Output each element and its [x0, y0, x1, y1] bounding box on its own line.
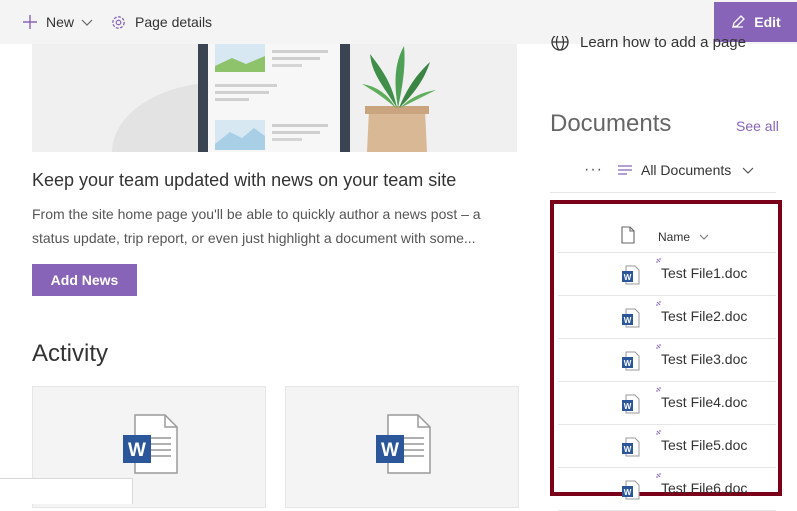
page-details-label: Page details — [135, 14, 213, 30]
name-column-header[interactable]: Name — [658, 230, 710, 244]
svg-text:W: W — [624, 488, 632, 497]
file-row[interactable]: W Test File2.doc — [558, 296, 776, 339]
word-document-icon: W — [376, 414, 431, 474]
file-name[interactable]: Test File4.doc — [661, 394, 747, 410]
document-library-list: Name W Test File1.doc W Test File2.doc W Test… — [550, 200, 782, 511]
file-name[interactable]: Test File2.doc — [661, 308, 747, 324]
file-type-icon[interactable] — [620, 226, 636, 244]
overlay-panel-edge — [0, 478, 133, 504]
see-all-link[interactable]: See all — [736, 118, 779, 134]
name-column-label: Name — [658, 230, 691, 244]
file-row[interactable]: W Test File3.doc — [558, 339, 776, 382]
word-file-icon: W — [622, 351, 640, 371]
svg-text:W: W — [624, 273, 632, 282]
news-title: Keep your team updated with news on your… — [32, 170, 457, 190]
file-row[interactable]: W Test File5.doc — [558, 425, 776, 468]
list-header: Name — [558, 218, 776, 253]
word-document-icon: W — [123, 414, 178, 474]
svg-text:W: W — [381, 440, 399, 461]
file-row[interactable]: W Test File6.doc — [558, 468, 776, 511]
file-name[interactable]: Test File3.doc — [661, 351, 747, 367]
chevron-down-icon — [742, 167, 754, 174]
word-file-icon: W — [622, 437, 640, 457]
chevron-down-icon — [81, 19, 93, 26]
edit-label: Edit — [754, 14, 781, 30]
svg-text:W: W — [128, 440, 146, 461]
news-hero-image — [32, 44, 517, 152]
activity-card[interactable]: W — [285, 386, 519, 508]
add-news-button[interactable]: Add News — [32, 264, 137, 296]
new-button[interactable]: New — [22, 0, 94, 44]
news-description: From the site home page you'll be able t… — [32, 206, 481, 246]
svg-text:W: W — [624, 445, 632, 454]
page-details-button[interactable]: Page details — [110, 0, 212, 44]
svg-text:W: W — [624, 359, 632, 368]
learn-link[interactable]: Learn how to add a page — [580, 34, 746, 51]
gear-icon — [112, 15, 125, 29]
view-selector[interactable]: All Documents — [617, 162, 755, 178]
chevron-down-icon — [699, 234, 709, 240]
word-file-icon: W — [622, 308, 640, 328]
plus-icon — [23, 15, 37, 29]
new-label: New — [46, 14, 75, 30]
documents-title: Documents — [550, 110, 672, 137]
divider — [550, 192, 776, 193]
view-selector-row: ··· All Documents — [584, 158, 755, 182]
file-name[interactable]: Test File1.doc — [661, 265, 747, 281]
toolbar-overlap — [540, 0, 714, 36]
word-file-icon: W — [622, 480, 640, 500]
activity-heading: Activity — [32, 340, 109, 367]
list-view-icon — [617, 165, 632, 175]
word-file-icon: W — [622, 265, 640, 285]
file-name[interactable]: Test File6.doc — [661, 480, 747, 496]
svg-text:W: W — [624, 316, 632, 325]
news-illustration — [112, 44, 436, 152]
file-name[interactable]: Test File5.doc — [661, 437, 747, 453]
svg-text:W: W — [624, 402, 632, 411]
view-name: All Documents — [640, 162, 732, 178]
file-row[interactable]: W Test File1.doc — [558, 253, 776, 296]
more-options-icon[interactable]: ··· — [584, 161, 603, 179]
word-file-icon: W — [622, 394, 640, 414]
file-row[interactable]: W Test File4.doc — [558, 382, 776, 425]
